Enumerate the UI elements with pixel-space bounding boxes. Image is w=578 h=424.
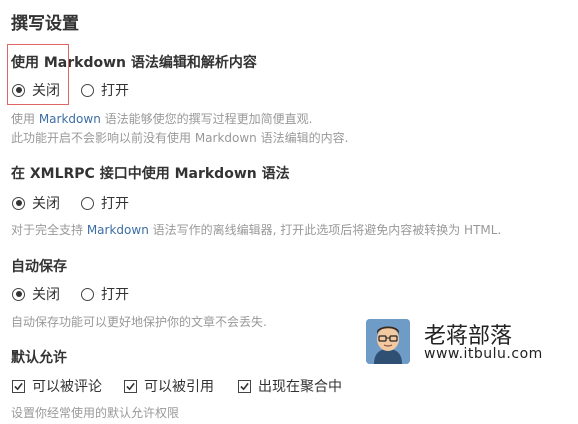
xmlrpc-off-label: 关闭	[32, 196, 60, 212]
markdown-setting-desc-1: 使用 Markdown 语法能够使您的撰写过程更加简便直观.	[11, 109, 312, 129]
allow-feed-checkbox[interactable]	[238, 379, 251, 393]
checkmark-icon	[14, 382, 23, 390]
desc-text: 语法写作的离线编辑器, 打开此选项后将避免内容被转换为 HTML.	[148, 223, 502, 237]
xmlrpc-off-option[interactable]: 关闭	[12, 193, 60, 213]
xmlrpc-off-radio[interactable]	[12, 196, 25, 210]
markdown-link[interactable]: Markdown	[39, 112, 101, 126]
autosave-on-option[interactable]: 打开	[81, 284, 129, 304]
markdown-off-option[interactable]: 关闭	[12, 80, 60, 100]
checkmark-icon	[240, 382, 249, 390]
default-allow-title: 默认允许	[11, 350, 67, 366]
autosave-on-label: 打开	[101, 287, 129, 303]
autosave-setting-title: 自动保存	[11, 259, 67, 275]
allow-comment-label: 可以被评论	[32, 379, 102, 395]
autosave-off-label: 关闭	[32, 287, 60, 303]
desc-text: 使用	[11, 112, 39, 126]
markdown-setting-desc-2: 此功能开启不会影响以前没有使用 Markdown 语法编辑的内容.	[11, 131, 349, 145]
autosave-off-radio[interactable]	[12, 287, 25, 301]
allow-ping-option[interactable]: 可以被引用	[124, 376, 214, 396]
xmlrpc-on-label: 打开	[101, 196, 129, 212]
autosave-on-radio[interactable]	[81, 287, 94, 301]
avatar-icon	[366, 319, 410, 364]
xmlrpc-setting-title: 在 XMLRPC 接口中使用 Markdown 语法	[11, 166, 290, 182]
checkmark-icon	[126, 382, 135, 390]
allow-feed-label: 出现在聚合中	[258, 379, 342, 395]
default-allow-desc: 设置你经常使用的默认允许权限	[11, 406, 180, 420]
markdown-on-label: 打开	[101, 83, 129, 99]
markdown-off-radio[interactable]	[12, 83, 25, 97]
allow-feed-option[interactable]: 出现在聚合中	[238, 376, 342, 396]
markdown-on-radio[interactable]	[81, 83, 94, 97]
allow-ping-checkbox[interactable]	[124, 379, 137, 393]
markdown-on-option[interactable]: 打开	[81, 80, 129, 100]
autosave-off-option[interactable]: 关闭	[12, 284, 60, 304]
markdown-link[interactable]: Markdown	[87, 223, 149, 237]
xmlrpc-on-option[interactable]: 打开	[81, 193, 129, 213]
autosave-setting-desc: 自动保存功能可以更好地保护你的文章不会丢失.	[11, 315, 267, 329]
allow-comment-checkbox[interactable]	[12, 379, 25, 393]
avatar	[366, 319, 410, 364]
xmlrpc-setting-desc: 对于完全支持 Markdown 语法写作的离线编辑器, 打开此选项后将避免内容被…	[11, 220, 501, 240]
page-title: 撰写设置	[11, 14, 79, 34]
xmlrpc-on-radio[interactable]	[81, 196, 94, 210]
watermark-url: www.itbulu.com	[424, 346, 543, 362]
allow-ping-label: 可以被引用	[144, 379, 214, 395]
desc-text: 语法能够使您的撰写过程更加简便直观.	[100, 112, 313, 126]
allow-comment-option[interactable]: 可以被评论	[12, 376, 102, 396]
markdown-off-label: 关闭	[32, 83, 60, 99]
desc-text: 对于完全支持	[11, 223, 87, 237]
